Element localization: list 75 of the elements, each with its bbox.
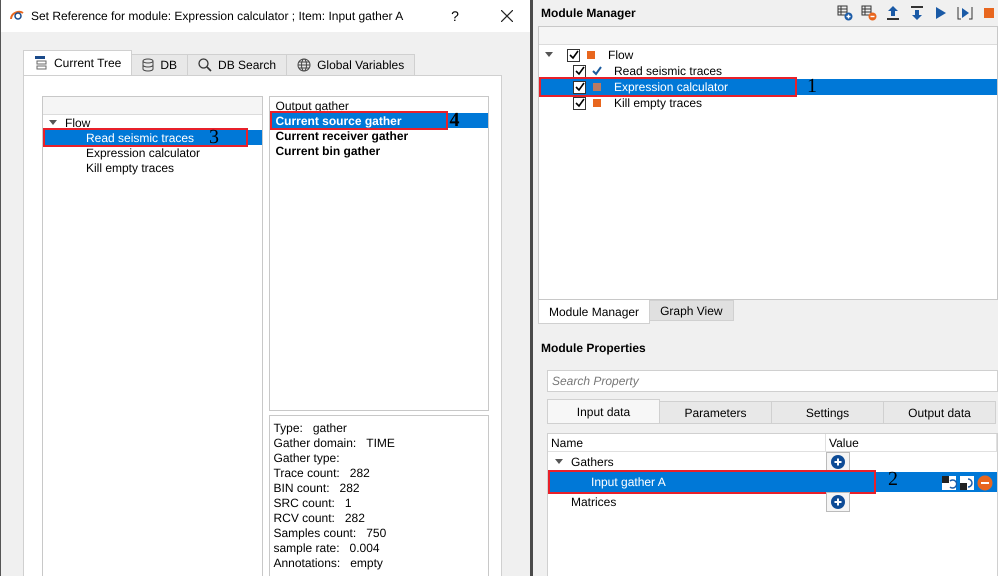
tab[interactable]: DB Search [187, 54, 288, 75]
help-text[interactable]: ? [432, 8, 478, 24]
checkbox[interactable] [573, 80, 586, 94]
remove-icon [977, 475, 993, 491]
tree-item[interactable]: Expression calculator [43, 145, 262, 160]
module-row[interactable]: Kill empty traces [539, 95, 997, 111]
gather-item[interactable]: Current bin gather [270, 143, 488, 158]
tab[interactable]: Output data [883, 401, 996, 424]
window-title: Set Reference for module: Expression calculator ; Item: Input gather A [31, 9, 404, 23]
info-line: Trace count: 282 [274, 466, 371, 481]
tab[interactable]: DB [131, 54, 188, 75]
table-cell: Input gather A [591, 475, 666, 489]
globe-icon [297, 58, 312, 72]
tab[interactable]: Settings [771, 401, 884, 424]
checkbox[interactable] [567, 48, 580, 62]
move-up-button[interactable] [884, 4, 902, 22]
panel-title: Module Manager [540, 6, 637, 20]
step-run-button[interactable] [956, 4, 974, 22]
module-label: Read seismic traces [614, 64, 722, 78]
table-cell: Gathers [571, 455, 614, 469]
table-row[interactable]: Matrices [548, 492, 997, 512]
tab[interactable]: Global Variables [286, 54, 416, 75]
remove-module-button[interactable] [860, 4, 878, 22]
search-icon [198, 58, 212, 72]
column-header: Name [548, 434, 826, 452]
tree-label: Flow [65, 116, 90, 130]
add-module-button[interactable] [836, 4, 854, 22]
info-line: RCV count: 282 [274, 511, 366, 526]
tab[interactable]: Input data [547, 399, 660, 424]
info-line: Annotations: empty [274, 556, 384, 571]
module-row[interactable]: Flow [539, 47, 997, 63]
gather-item[interactable]: Current receiver gather [270, 128, 488, 143]
expand-caret-icon[interactable] [555, 459, 563, 465]
swap-icon [959, 475, 975, 491]
info-line: Gather domain: TIME [274, 436, 396, 451]
tree-icon [34, 56, 48, 70]
gather-item[interactable]: Current source gather 4 [270, 113, 488, 128]
module-label: Flow [608, 48, 634, 62]
table-cell: Matrices [571, 495, 616, 509]
table-row[interactable]: Input gather A 2 [548, 472, 997, 492]
module-label: Kill empty traces [614, 96, 702, 110]
expand-caret-icon[interactable] [49, 120, 57, 126]
gather-item[interactable]: Output gather [270, 98, 488, 113]
module-label: Expression calculator [614, 80, 728, 94]
add-button[interactable] [826, 452, 850, 472]
tree-item[interactable]: Kill empty traces [43, 160, 262, 175]
callout-number: 2 [888, 469, 898, 489]
module-row[interactable]: Read seismic traces [539, 63, 997, 79]
info-line: BIN count: 282 [274, 481, 361, 496]
tab[interactable]: Graph View [649, 300, 734, 321]
move-down-button[interactable] [908, 4, 926, 22]
callout-number: 1 [807, 76, 817, 96]
info-line: sample rate: 0.004 [274, 541, 381, 556]
info-line: Samples count: 750 [274, 526, 388, 541]
panel-title: Module Properties [540, 341, 647, 355]
database-icon [142, 58, 154, 72]
info-line: Gather type: [274, 451, 341, 466]
info-line: Type: gather [274, 421, 348, 436]
checkbox[interactable] [573, 96, 586, 110]
tree-item[interactable]: Flow [43, 115, 262, 130]
module-row[interactable]: Expression calculator 1 [539, 79, 997, 95]
expand-caret-icon[interactable] [545, 52, 553, 58]
search-field[interactable]: Search Property [547, 370, 998, 392]
stop-icon [984, 8, 994, 18]
tab[interactable]: Module Manager [538, 300, 650, 324]
checkbox[interactable] [573, 64, 586, 78]
tab[interactable]: Parameters [659, 401, 772, 424]
tab[interactable]: Current Tree [23, 50, 132, 75]
info-line: SRC count: 1 [274, 496, 353, 511]
close-icon [501, 10, 513, 22]
callout-number: 3 [209, 127, 219, 147]
tree-item[interactable]: Read seismic traces 3 [43, 130, 262, 145]
reset-icon [941, 475, 957, 491]
callout-number: 4 [450, 110, 460, 130]
add-button[interactable] [826, 492, 850, 512]
